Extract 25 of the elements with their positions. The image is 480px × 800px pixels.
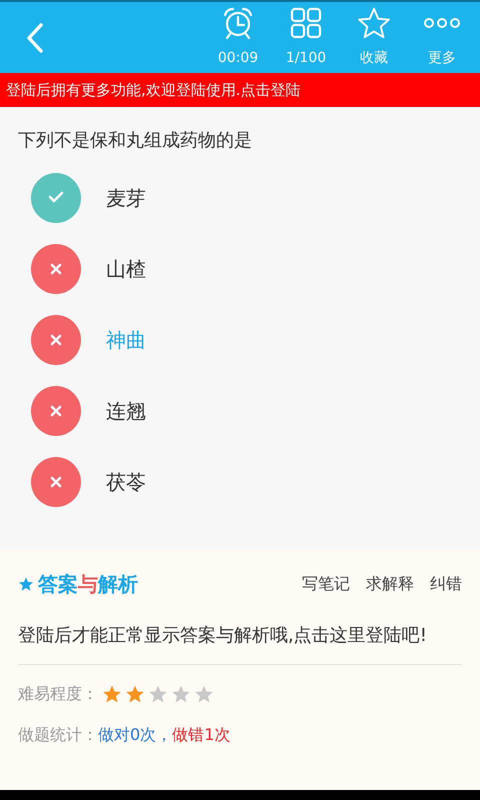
option-text[interactable]: 山楂 [106, 254, 146, 284]
more-icon [423, 16, 461, 28]
question-text: 下列不是保和丸组成药物的是 [18, 130, 252, 151]
star-icon [102, 684, 122, 704]
star-icon [125, 684, 145, 704]
star-icon [194, 684, 214, 704]
action-link[interactable]: 写笔记 [302, 572, 350, 596]
stats-label: 做题统计： [18, 724, 98, 746]
star-icon [18, 576, 34, 592]
option-text[interactable]: 茯苓 [106, 466, 146, 496]
back-icon [26, 22, 44, 54]
star-icon [171, 684, 191, 704]
star-icon [148, 684, 168, 704]
action-link[interactable]: 求解释 [366, 572, 414, 596]
login-message[interactable]: 登陆后才能正常显示答案与解析哦,点击这里登陆吧! [18, 618, 462, 665]
difficulty-label: 难易程度： [18, 683, 98, 705]
action-link[interactable]: 纠错 [430, 572, 462, 596]
grid-icon [290, 6, 322, 38]
section-heading: 答案与解析 [38, 571, 138, 598]
option-text[interactable]: 麦芽 [106, 182, 146, 212]
wrong-count: 做错1次 [172, 724, 230, 746]
correct-count: 做对0次， [98, 724, 172, 746]
option-text[interactable]: 连翘 [106, 396, 146, 426]
star-icon [357, 6, 391, 40]
alarm-clock-icon [221, 6, 255, 40]
